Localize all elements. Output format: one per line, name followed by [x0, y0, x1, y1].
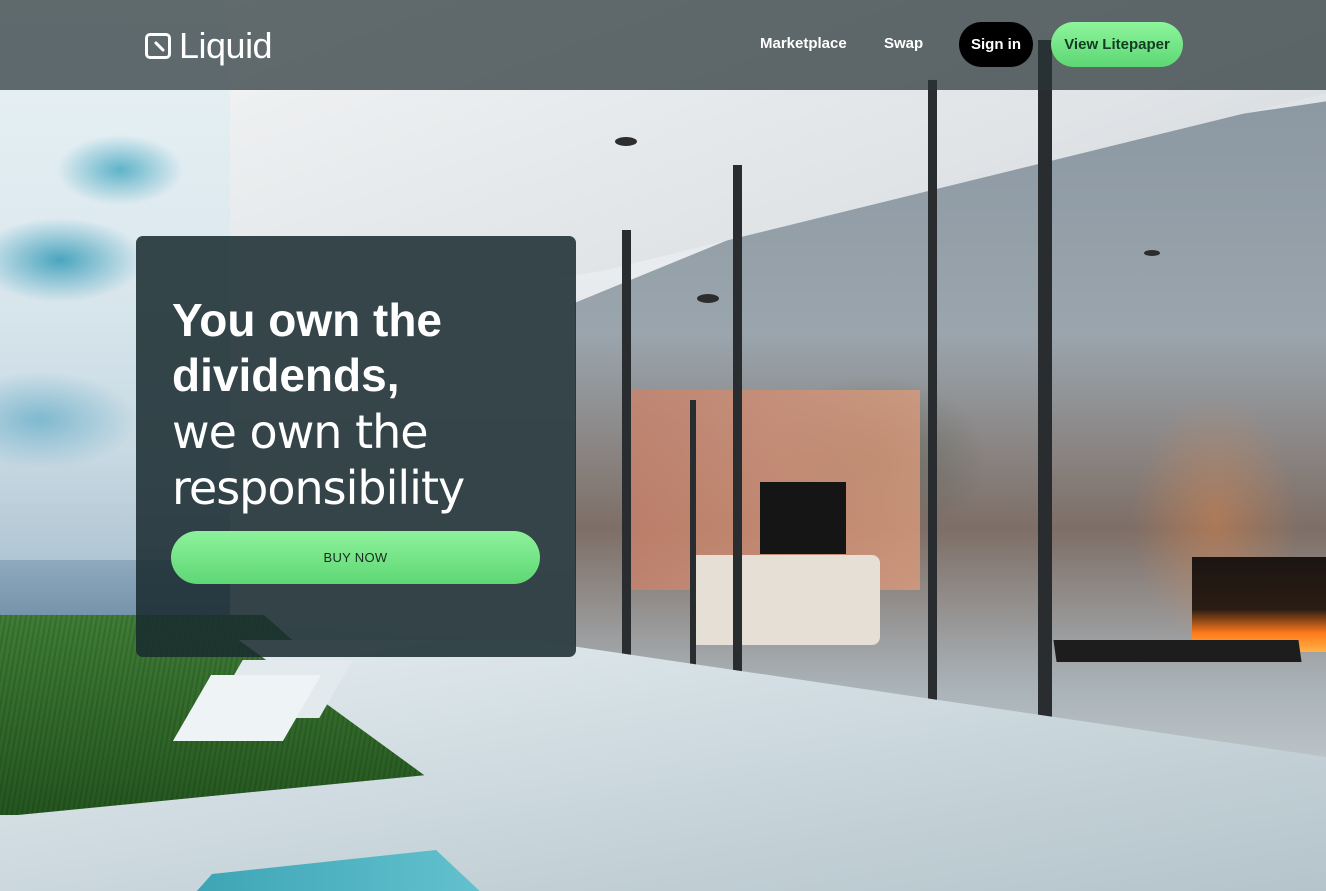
fireplace	[1192, 557, 1326, 652]
hero-subtitle: we own the responsibility	[172, 404, 552, 516]
liquid-logo-icon	[145, 33, 171, 59]
sign-in-button[interactable]: Sign in	[959, 22, 1033, 67]
view-litepaper-button[interactable]: View Litepaper	[1051, 22, 1183, 67]
hero-subtitle-line: we own the	[172, 405, 429, 459]
ceiling-light	[697, 294, 719, 303]
window-frame	[622, 230, 631, 700]
hero-card: You own the dividends, we own the respon…	[136, 236, 576, 657]
logo-text: Liquid	[179, 25, 273, 66]
coffee-table	[1053, 640, 1302, 662]
interior-tv	[760, 482, 846, 554]
window-frame	[733, 165, 742, 735]
site-header: Liquid Marketplace Swap Sign in View Lit…	[0, 0, 1326, 90]
ceiling-light	[1144, 250, 1160, 256]
hero-title-line: dividends,	[172, 349, 400, 401]
nav-swap-link[interactable]: Swap	[884, 34, 923, 54]
window-frame	[1038, 40, 1052, 830]
buy-now-button[interactable]: BUY NOW	[171, 531, 540, 584]
window-frame	[690, 400, 696, 670]
hero-subtitle-line: responsibility	[172, 461, 465, 515]
logo-link[interactable]: Liquid	[145, 25, 273, 66]
hero-title-line: You own the	[172, 294, 443, 346]
nav-marketplace-link[interactable]: Marketplace	[760, 34, 847, 54]
hero-title: You own the dividends,	[172, 293, 552, 403]
ceiling-light	[615, 137, 637, 146]
interior-sofa	[690, 555, 880, 645]
